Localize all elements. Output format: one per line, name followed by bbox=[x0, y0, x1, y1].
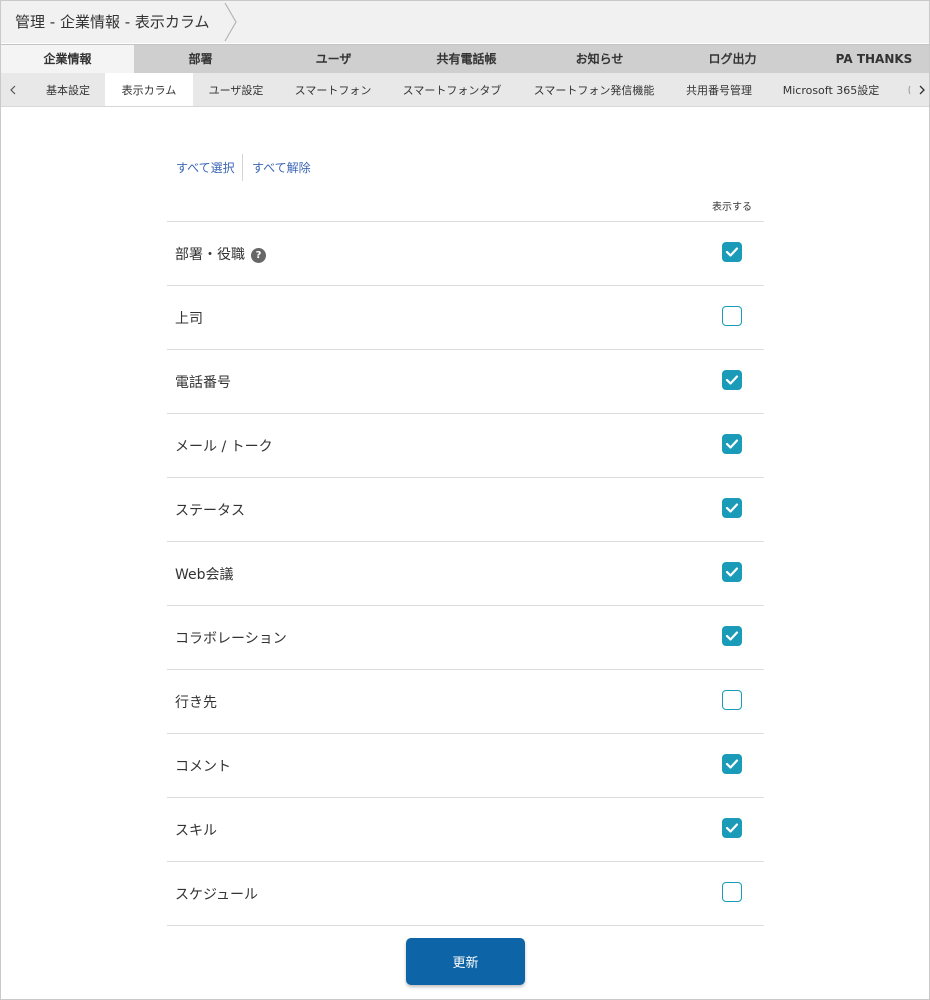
subtab-user-settings[interactable]: ユーザ設定 bbox=[193, 73, 279, 106]
column-row: スキル bbox=[167, 798, 764, 862]
subtab-next-button[interactable] bbox=[907, 73, 929, 106]
show-checkbox[interactable] bbox=[722, 882, 742, 902]
actions-divider bbox=[242, 154, 243, 181]
check-icon bbox=[725, 247, 739, 257]
subtab-basic-settings[interactable]: 基本設定 bbox=[31, 73, 105, 106]
column-label: 電話番号 bbox=[175, 372, 231, 392]
chevron-right-icon bbox=[908, 85, 925, 95]
tab-log-output[interactable]: ログ出力 bbox=[666, 45, 799, 74]
column-label-text: メール / トーク bbox=[175, 439, 273, 455]
show-checkbox[interactable] bbox=[722, 690, 742, 710]
check-icon bbox=[725, 759, 739, 769]
tab-notices[interactable]: お知らせ bbox=[533, 45, 666, 74]
breadcrumb-text: 管理 - 企業情報 - 表示カラム bbox=[15, 13, 210, 31]
show-checkbox[interactable] bbox=[722, 306, 742, 326]
column-row: メール / トーク bbox=[167, 414, 764, 478]
show-checkbox[interactable] bbox=[722, 818, 742, 838]
show-column-header: 表示する bbox=[712, 202, 752, 213]
column-label: 上司 bbox=[175, 308, 203, 328]
subtab-smartphone-tab[interactable]: スマートフォンタブ bbox=[387, 73, 517, 106]
check-icon bbox=[725, 375, 739, 385]
chevron-left-icon bbox=[10, 85, 16, 95]
column-label: ステータス bbox=[175, 500, 245, 520]
bulk-actions: すべて選択 bbox=[176, 159, 235, 176]
column-label: Web会議 bbox=[175, 564, 234, 584]
column-label-text: 部署・役職 bbox=[175, 247, 245, 263]
column-label: 行き先 bbox=[175, 692, 217, 712]
column-label-text: 行き先 bbox=[175, 695, 217, 711]
column-label: コラボレーション bbox=[175, 628, 287, 648]
deselect-all-link[interactable]: すべて解除 bbox=[252, 161, 311, 175]
show-checkbox[interactable] bbox=[722, 434, 742, 454]
column-label: 部署・役職? bbox=[175, 244, 266, 264]
column-label-text: コメント bbox=[175, 759, 231, 775]
check-icon bbox=[725, 503, 739, 513]
column-list: 部署・役職? 上司電話番号メール / トーク ステータス Web会議コラボレーション行… bbox=[167, 221, 764, 926]
column-label-text: スキル bbox=[175, 823, 217, 839]
update-button[interactable]: 更新 bbox=[406, 938, 525, 985]
show-checkbox[interactable] bbox=[722, 562, 742, 582]
column-row: スケジュール bbox=[167, 862, 764, 926]
subtab-smartphone[interactable]: スマートフォン bbox=[279, 73, 387, 106]
subtab-microsoft-365[interactable]: Microsoft 365設定 bbox=[767, 73, 895, 106]
select-all-link[interactable]: すべて選択 bbox=[176, 161, 235, 175]
column-label: スケジュール bbox=[175, 884, 258, 904]
show-checkbox[interactable] bbox=[722, 242, 742, 262]
breadcrumb-chevron-icon bbox=[224, 2, 237, 42]
main-tabs: 企業情報 部署 ユーザ 共有電話帳 お知らせ ログ出力 PA THANKS bbox=[1, 44, 929, 74]
column-row: コメント bbox=[167, 734, 764, 798]
column-row: Web会議 bbox=[167, 542, 764, 606]
show-checkbox[interactable] bbox=[722, 370, 742, 390]
tab-departments[interactable]: 部署 bbox=[134, 45, 267, 74]
bulk-actions-secondary: すべて解除 bbox=[252, 159, 311, 176]
column-row: 上司 bbox=[167, 286, 764, 350]
column-label: コメント bbox=[175, 756, 231, 776]
subtab-smartphone-dialing[interactable]: スマートフォン発信機能 bbox=[517, 73, 671, 106]
column-label-text: Web会議 bbox=[175, 567, 234, 583]
subtab-prev-button[interactable] bbox=[5, 73, 21, 106]
check-icon bbox=[725, 823, 739, 833]
column-row: コラボレーション bbox=[167, 606, 764, 670]
column-label-text: 上司 bbox=[175, 311, 203, 327]
sub-tabs: 基本設定 表示カラム ユーザ設定 スマートフォン スマートフォンタブ スマートフ… bbox=[1, 73, 929, 107]
show-checkbox[interactable] bbox=[722, 498, 742, 518]
check-icon bbox=[725, 439, 739, 449]
column-label: メール / トーク bbox=[175, 436, 273, 456]
subtab-shared-number[interactable]: 共用番号管理 bbox=[671, 73, 767, 106]
column-label-text: コラボレーション bbox=[175, 631, 287, 647]
column-label-text: 電話番号 bbox=[175, 375, 231, 391]
column-label-text: ステータス bbox=[175, 503, 245, 519]
tab-pa-thanks[interactable]: PA THANKS bbox=[799, 45, 929, 74]
column-row: 部署・役職? bbox=[167, 222, 764, 286]
check-icon bbox=[725, 631, 739, 641]
subtab-display-columns[interactable]: 表示カラム bbox=[105, 73, 193, 106]
tab-shared-phonebook[interactable]: 共有電話帳 bbox=[400, 45, 533, 74]
column-row: ステータス bbox=[167, 478, 764, 542]
column-label: スキル bbox=[175, 820, 217, 840]
tab-company-info[interactable]: 企業情報 bbox=[1, 45, 134, 74]
app-window: 管理 - 企業情報 - 表示カラム 企業情報 部署 ユーザ 共有電話帳 お知らせ… bbox=[0, 0, 930, 1000]
column-label-text: スケジュール bbox=[175, 887, 259, 903]
check-icon bbox=[725, 567, 739, 577]
column-row: 行き先 bbox=[167, 670, 764, 734]
show-checkbox[interactable] bbox=[722, 626, 742, 646]
tab-users[interactable]: ユーザ bbox=[267, 45, 400, 74]
show-checkbox[interactable] bbox=[722, 754, 742, 774]
column-row: 電話番号 bbox=[167, 350, 764, 414]
breadcrumb: 管理 - 企業情報 - 表示カラム bbox=[1, 1, 929, 43]
question-circle-icon[interactable]: ? bbox=[251, 248, 266, 263]
